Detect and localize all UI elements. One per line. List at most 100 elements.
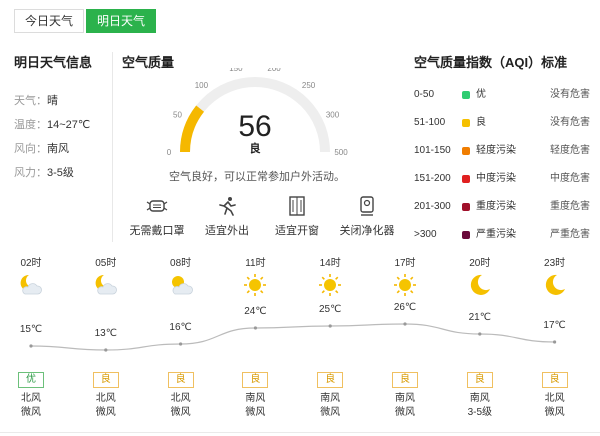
hour-wind-force: 3-5级 xyxy=(467,407,493,418)
sun-icon xyxy=(244,274,267,296)
aqi-health-effect: 没有危害 xyxy=(550,89,590,100)
aqi-range: 0-50 xyxy=(414,89,435,100)
aqi-value: 56 xyxy=(238,110,271,143)
weather-info-panel: 明日天气信息 天气：晴 温度：14~27℃ 风向：南风 风力：3-5级 xyxy=(14,52,114,185)
air-purifier-icon xyxy=(360,196,374,216)
aqi-legend-row: 51-100 良 没有危害 xyxy=(414,109,590,137)
hour-temperature-label: 17℃ xyxy=(543,320,566,331)
aqi-level-name: 优 xyxy=(476,89,486,100)
gauge-tick-label: 0 xyxy=(167,148,172,157)
moon-cloud-icon xyxy=(95,274,117,295)
temperature-point xyxy=(179,342,183,346)
aqi-legend-row: 0-50 优 没有危害 xyxy=(414,81,590,109)
moon-icon xyxy=(545,274,565,295)
hourly-forecast: 02时 15℃ 优北风 微风 05时 13℃ 良北风 微风 08时 16℃ 良北风 微风 11时 24℃ 良… xyxy=(0,254,600,424)
temperature-point xyxy=(553,340,557,344)
aqi-level-name: 重度污染 xyxy=(476,201,516,212)
hour-time-label: 11时 xyxy=(245,258,266,269)
temperature-point xyxy=(478,332,482,336)
aqi-color-swatch xyxy=(462,231,470,239)
hour-weather-icon xyxy=(242,272,268,303)
hour-time-label: 08时 xyxy=(170,258,192,269)
hour-wind-direction: 南风 xyxy=(245,393,266,404)
hour-wind-info: 南风 微风 xyxy=(385,392,425,420)
temperature-point xyxy=(29,344,33,348)
hour-weather-icon xyxy=(317,272,343,303)
tab-tomorrow[interactable]: 明日天气 xyxy=(86,9,157,33)
hour-weather-icon xyxy=(93,272,119,303)
advice-no-mask: 无需戴口罩 xyxy=(122,196,192,238)
tab-today[interactable]: 今日天气 xyxy=(14,9,85,33)
sun-icon xyxy=(319,274,342,296)
aqi-health-effect: 轻度危害 xyxy=(550,145,590,156)
advice-purifier-off: 关闭净化器 xyxy=(332,196,402,238)
hour-aqi-badge: 良 xyxy=(466,372,493,388)
moon-icon xyxy=(470,274,490,295)
mask-icon xyxy=(146,200,168,212)
gauge-tick-label: 150 xyxy=(229,68,243,73)
air-quality-panel: 空气质量 0 50 100 150 200 250 300 500 56 良 空气良好，可以正… xyxy=(122,52,395,242)
advice-open-window: 适宜开窗 xyxy=(262,196,332,238)
aqi-health-effect: 没有危害 xyxy=(550,117,590,128)
hour-time-label: 17时 xyxy=(394,258,416,269)
hour-time-label: 20时 xyxy=(469,258,491,269)
hour-temperature-label: 21℃ xyxy=(468,312,491,323)
aqi-legend-title: 空气质量指数（AQI）标准 xyxy=(414,55,568,70)
hour-wind-direction: 北风 xyxy=(95,393,116,404)
aqi-legend-row: 201-300 重度污染 重度危害 xyxy=(414,193,590,221)
hour-wind-direction: 北风 xyxy=(170,393,191,404)
hour-weather-icon xyxy=(392,272,418,303)
running-person-icon xyxy=(219,197,236,216)
gauge-tick-label: 100 xyxy=(195,81,209,90)
gauge-tick-label: 200 xyxy=(267,68,281,73)
aqi-health-effect: 重度危害 xyxy=(550,201,590,212)
hour-wind-direction: 北风 xyxy=(21,393,41,404)
weather-info-title: 明日天气信息 xyxy=(14,55,93,70)
hour-wind-info: 南风 微风 xyxy=(310,392,350,420)
section-divider xyxy=(112,52,113,242)
hour-wind-direction: 南风 xyxy=(320,393,341,404)
hour-aqi-badge: 优 xyxy=(18,372,44,388)
hour-wind-info: 北风 微风 xyxy=(535,392,575,420)
aqi-level-name: 轻度污染 xyxy=(476,145,516,156)
hour-weather-icon xyxy=(18,272,44,303)
aqi-legend-row: 151-200 中度污染 中度危害 xyxy=(414,165,590,193)
hour-wind-info: 北风 微风 xyxy=(11,392,51,420)
aqi-range: 101-150 xyxy=(414,145,451,156)
aqi-legend-row: 101-150 轻度污染 轻度危害 xyxy=(414,137,590,165)
hour-time-label: 05时 xyxy=(95,258,117,269)
gauge-tick-label: 500 xyxy=(334,148,348,157)
sun-cloud-icon xyxy=(171,276,193,295)
aqi-health-effect: 严重危害 xyxy=(550,229,590,240)
hour-weather-icon xyxy=(542,272,568,303)
hour-wind-force: 微风 xyxy=(245,407,266,418)
aqi-color-swatch xyxy=(462,203,470,211)
hour-temperature-label: 25℃ xyxy=(319,304,342,315)
aqi-range: >300 xyxy=(414,229,437,240)
aqi-color-swatch xyxy=(462,147,470,155)
hour-aqi-badge: 良 xyxy=(242,372,269,388)
hour-aqi-badge: 良 xyxy=(541,372,568,388)
hour-wind-force: 微风 xyxy=(395,407,415,418)
info-row-temperature: 温度：14~27℃ xyxy=(14,119,91,131)
hour-aqi-badge: 良 xyxy=(167,372,194,388)
hour-wind-info: 南风 3-5级 xyxy=(460,392,500,420)
hour-wind-force: 微风 xyxy=(95,407,116,418)
aqi-color-swatch xyxy=(462,175,470,183)
aqi-range: 51-100 xyxy=(414,117,446,128)
hour-temperature-label: 26℃ xyxy=(393,302,417,313)
hour-wind-force: 微风 xyxy=(320,407,341,418)
sun-icon xyxy=(394,274,416,296)
temperature-point xyxy=(104,348,108,352)
hour-wind-direction: 北风 xyxy=(544,393,565,404)
aqi-description: 空气良好，可以正常参加户外活动。 xyxy=(169,171,345,183)
aqi-legend-row: >300 严重污染 严重危害 xyxy=(414,221,590,249)
weather-tabs: 今日天气 明日天气 xyxy=(14,9,157,33)
hour-temperature-label: 13℃ xyxy=(94,328,117,339)
hour-wind-force: 微风 xyxy=(170,407,191,418)
moon-cloud-icon xyxy=(20,274,42,295)
hour-aqi-badge: 良 xyxy=(92,372,119,388)
aqi-color-swatch xyxy=(462,119,470,127)
hour-time-label: 02时 xyxy=(20,258,42,269)
hour-weather-icon xyxy=(467,272,493,303)
